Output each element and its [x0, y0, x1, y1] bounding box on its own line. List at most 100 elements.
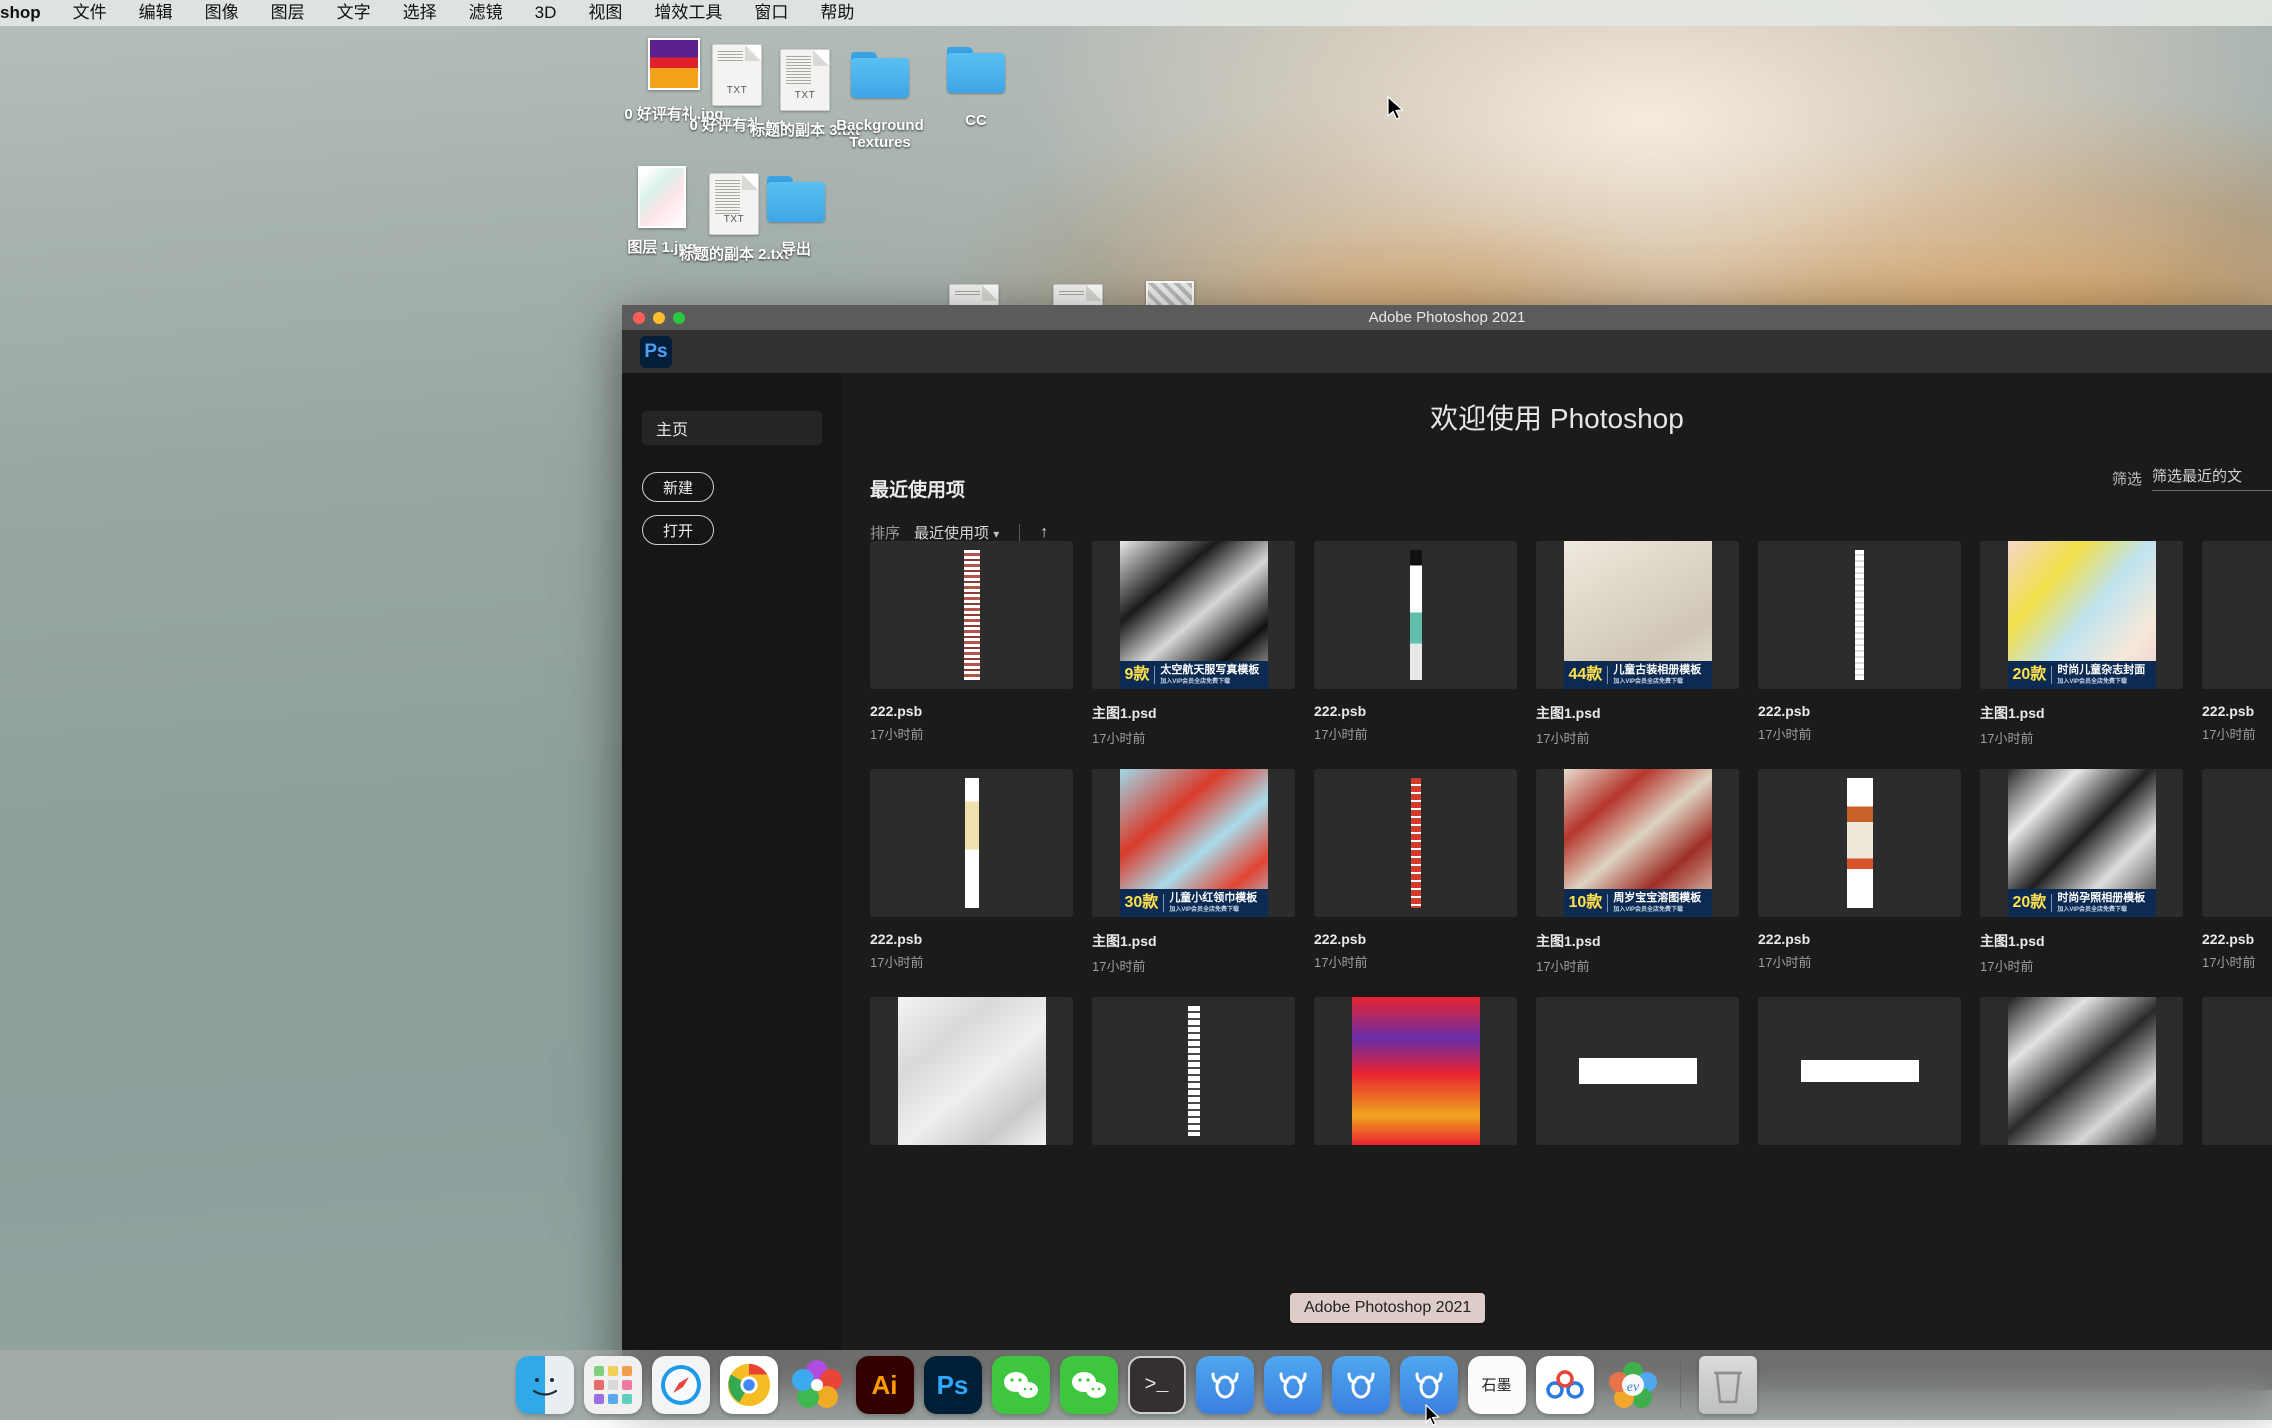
bull-head-icon: [1344, 1368, 1378, 1402]
recent-item-thumbnail[interactable]: [1314, 997, 1517, 1145]
recent-item-card[interactable]: 222.psb 17小时前: [1314, 769, 1517, 975]
arrow-up-icon[interactable]: ↑: [1040, 524, 1048, 542]
recent-item-thumbnail[interactable]: [870, 997, 1073, 1145]
recent-item-thumbnail[interactable]: [2202, 769, 2272, 917]
recent-item-card[interactable]: 20款 时尚孕照相册模板 加入VIP会员全店免费下载 主图1.psd 17小时前: [1980, 769, 2183, 975]
menu-item-view[interactable]: 视图: [572, 0, 638, 26]
recent-item-thumbnail[interactable]: [1314, 541, 1517, 689]
recent-item-thumbnail[interactable]: [1980, 997, 2183, 1145]
new-button[interactable]: 新建: [642, 472, 714, 502]
menu-item-select[interactable]: 选择: [387, 0, 453, 26]
recent-item-thumbnail[interactable]: [1758, 769, 1961, 917]
window-traffic-lights[interactable]: [622, 312, 685, 324]
recent-item-card[interactable]: 44款 儿童古装相册模板 加入VIP会员全店免费下载 主图1.psd 17小时前: [1536, 541, 1739, 747]
menu-item-window[interactable]: 窗口: [738, 0, 804, 26]
recent-item-thumbnail[interactable]: 20款 时尚孕照相册模板 加入VIP会员全店免费下载: [1980, 769, 2183, 917]
recent-item-card[interactable]: [1980, 997, 2183, 1145]
illustrator-icon[interactable]: Ai: [856, 1356, 914, 1414]
maximize-button[interactable]: [673, 312, 685, 324]
menu-item-3d[interactable]: 3D: [519, 0, 573, 26]
close-button[interactable]: [633, 312, 645, 324]
menu-item-help[interactable]: 帮助: [804, 0, 870, 26]
recent-item-name: 222.psb: [1758, 703, 1961, 719]
photoshop-window[interactable]: Adobe Photoshop 2021 Ps 主页 新建 打开 欢迎使用 Ph…: [622, 305, 2272, 1390]
recent-item-thumbnail[interactable]: [870, 541, 1073, 689]
recent-item-thumbnail[interactable]: 9款 太空航天服写真模板 加入VIP会员全店免费下载: [1092, 541, 1295, 689]
sort-select[interactable]: 最近使用项 ▾: [914, 522, 999, 543]
recent-item-card[interactable]: 222.psb 17小时前: [1314, 541, 1517, 747]
desktop-icon-cc[interactable]: CC: [910, 33, 1042, 129]
recent-item-card[interactable]: 20款 时尚儿童杂志封面 加入VIP会员全店免费下载 主图1.psd 17小时前: [1980, 541, 2183, 747]
chrome-icon[interactable]: [720, 1356, 778, 1414]
recent-item-thumbnail[interactable]: [1314, 769, 1517, 917]
menu-item-plugins[interactable]: 增效工具: [638, 0, 738, 26]
recent-item-thumbnail[interactable]: [1536, 997, 1739, 1145]
menu-item-file[interactable]: 文件: [57, 0, 123, 26]
niu-app-2-icon[interactable]: [1264, 1356, 1322, 1414]
menu-item-edit[interactable]: 编辑: [123, 0, 189, 26]
ev-flower-icon: ev: [1608, 1360, 1658, 1410]
recent-item-card[interactable]: 222.psb 17小时前: [2202, 769, 2272, 975]
recent-item-thumbnail[interactable]: [2202, 997, 2272, 1145]
shimo-icon[interactable]: 石墨: [1468, 1356, 1526, 1414]
menu-item-type[interactable]: 文字: [321, 0, 387, 26]
recent-item-card[interactable]: 10款 周岁宝宝溶图模板 加入VIP会员全店免费下载 主图1.psd 17小时前: [1536, 769, 1739, 975]
recent-item-name: 222.psb: [2202, 703, 2272, 719]
recent-item-name: 222.psb: [870, 703, 1073, 719]
browser360-icon[interactable]: [788, 1356, 846, 1414]
niu-app-3-icon[interactable]: [1332, 1356, 1390, 1414]
wechat-work-icon[interactable]: [1060, 1356, 1118, 1414]
photoshop-dock-icon[interactable]: Ps: [924, 1356, 982, 1414]
recent-item-card[interactable]: 222.psb 17小时前: [2202, 541, 2272, 747]
recent-item-card[interactable]: 9款 太空航天服写真模板 加入VIP会员全店免费下载 主图1.psd 17小时前: [1092, 541, 1295, 747]
niu-app-1-icon[interactable]: [1196, 1356, 1254, 1414]
window-titlebar[interactable]: Adobe Photoshop 2021: [622, 305, 2272, 330]
menu-item-layer[interactable]: 图层: [255, 0, 321, 26]
sidebar-item-home[interactable]: 主页: [642, 411, 822, 445]
recent-item-time: 17小时前: [1314, 952, 1517, 971]
recent-item-card[interactable]: [1536, 997, 1739, 1145]
recent-item-card[interactable]: [1092, 997, 1295, 1145]
folder-icon: [945, 33, 1007, 107]
recent-item-thumbnail[interactable]: [2202, 541, 2272, 689]
menu-item-filter[interactable]: 滤镜: [453, 0, 519, 26]
recent-item-card[interactable]: [870, 997, 1073, 1145]
menu-item-app[interactable]: shop: [0, 0, 57, 26]
open-button[interactable]: 打开: [642, 515, 714, 545]
minimize-button[interactable]: [653, 312, 665, 324]
recent-item-card[interactable]: [1758, 997, 1961, 1145]
recent-item-thumbnail[interactable]: [1092, 997, 1295, 1145]
poster-count: 20款: [2013, 895, 2047, 911]
recent-item-thumbnail[interactable]: 20款 时尚儿童杂志封面 加入VIP会员全店免费下载: [1980, 541, 2183, 689]
ev-capture-icon[interactable]: ev: [1604, 1356, 1662, 1414]
poster-title: 周岁宝宝溶图模板: [1613, 892, 1701, 904]
recent-item-thumbnail[interactable]: [870, 769, 1073, 917]
baidu-netdisk-icon[interactable]: [1536, 1356, 1594, 1414]
recent-item-card[interactable]: 222.psb 17小时前: [870, 769, 1073, 975]
recent-item-card[interactable]: 222.psb 17小时前: [1758, 541, 1961, 747]
finder-icon[interactable]: [516, 1356, 574, 1414]
recent-item-card[interactable]: [2202, 997, 2272, 1145]
desktop-icon-daochu[interactable]: 导出: [730, 162, 862, 258]
launchpad-icon[interactable]: [584, 1356, 642, 1414]
recent-item-thumbnail[interactable]: 44款 儿童古装相册模板 加入VIP会员全店免费下载: [1536, 541, 1739, 689]
filter-input[interactable]: 筛选最近的文: [2152, 465, 2272, 491]
menu-item-image[interactable]: 图像: [189, 0, 255, 26]
terminal-icon[interactable]: >_: [1128, 1356, 1186, 1414]
photoshop-logo-icon[interactable]: Ps: [640, 336, 672, 368]
main-content: 欢迎使用 Photoshop 最近使用项 排序 最近使用项 ▾ ↑ 筛选 筛选最…: [842, 373, 2272, 1390]
recent-item-card[interactable]: 222.psb 17小时前: [1758, 769, 1961, 975]
recent-item-card[interactable]: 30款 儿童小红领巾模板 加入VIP会员全店免费下载 主图1.psd 17小时前: [1092, 769, 1295, 975]
recent-item-thumbnail[interactable]: [1758, 541, 1961, 689]
safari-compass-icon: [657, 1361, 705, 1409]
recent-item-card[interactable]: [1314, 997, 1517, 1145]
recent-item-thumbnail[interactable]: 10款 周岁宝宝溶图模板 加入VIP会员全店免费下载: [1536, 769, 1739, 917]
poster-subtitle: 加入VIP会员全店免费下载: [2057, 907, 2145, 913]
recent-item-thumbnail[interactable]: [1758, 997, 1961, 1145]
wechat-icon[interactable]: [992, 1356, 1050, 1414]
trash-icon[interactable]: [1699, 1356, 1757, 1414]
safari-icon[interactable]: [652, 1356, 710, 1414]
recent-item-thumbnail[interactable]: 30款 儿童小红领巾模板 加入VIP会员全店免费下载: [1092, 769, 1295, 917]
recent-item-time: 17小时前: [1980, 956, 2183, 975]
recent-item-card[interactable]: 222.psb 17小时前: [870, 541, 1073, 747]
